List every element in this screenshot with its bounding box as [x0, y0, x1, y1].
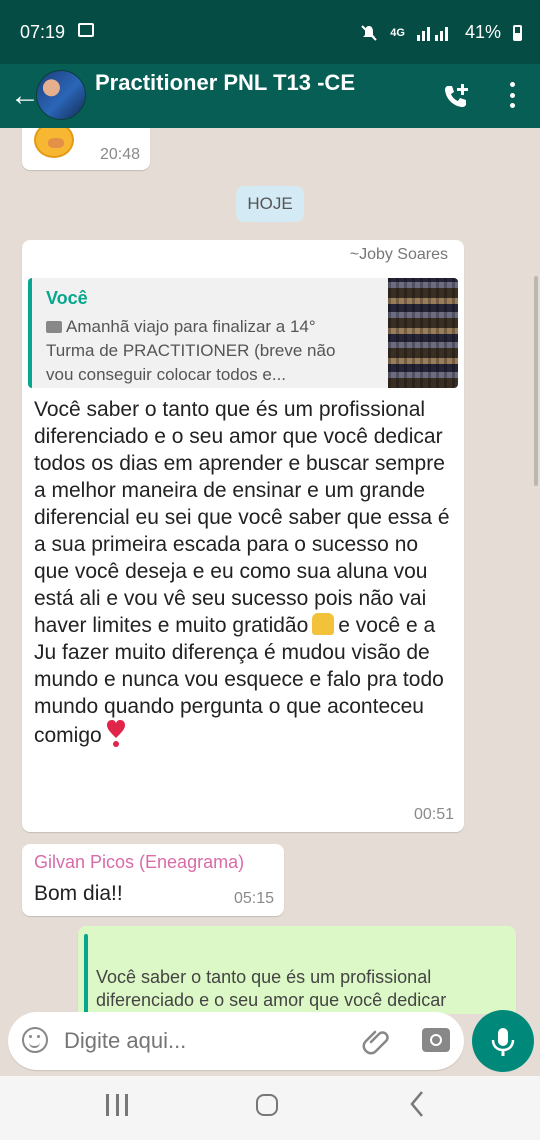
add-call-icon[interactable]: [442, 82, 470, 110]
chat-title[interactable]: Practitioner PNL T13 -CE: [95, 70, 355, 96]
outgoing-message-text: Você saber o tanto que és um profissiona…: [96, 967, 447, 1010]
message-time: 00:51: [413, 806, 454, 823]
status-time: 07:19: [20, 22, 66, 42]
message-input[interactable]: [64, 1028, 354, 1054]
attach-icon[interactable]: [362, 1026, 392, 1056]
date-separator: HOJE: [236, 186, 304, 222]
quoted-message[interactable]: Você Amanhã viajo para finalizar a 14° T…: [28, 278, 458, 388]
home-icon[interactable]: [256, 1094, 278, 1116]
quote-text-container: Amanhã viajo para finalizar a 14° Turma …: [46, 315, 366, 387]
battery-percent: 41%: [464, 22, 501, 42]
camera-small-icon: [46, 321, 62, 333]
message-text-part1: Você saber o tanto que és um profissiona…: [34, 398, 450, 637]
signal-icon: [416, 26, 448, 41]
sender-name: ~Joby Soares: [349, 246, 448, 263]
mic-button[interactable]: [472, 1010, 534, 1072]
status-right: 4G 41%: [360, 22, 522, 43]
chat-header: ← Practitioner PNL T13 -CE: [0, 64, 540, 128]
message-bubble-gilvan[interactable]: Gilvan Picos (Eneagrama) Bom dia!! 05:15: [22, 844, 284, 916]
quote-author: Você: [46, 288, 88, 308]
group-avatar[interactable]: [36, 70, 86, 120]
nav-back-icon[interactable]: [410, 1090, 424, 1118]
message-composer: [8, 1012, 464, 1070]
gallery-icon: [78, 23, 94, 37]
sender-name: Gilvan Picos (Eneagrama): [34, 852, 245, 872]
quote-bar: [84, 934, 88, 1014]
network-type: 4G: [390, 26, 405, 39]
message-bubble-joby[interactable]: ~Joby Soares Você Amanhã viajo para fina…: [22, 240, 464, 832]
face-hand-over-mouth-emoji: [34, 128, 74, 158]
scrollbar[interactable]: [534, 276, 538, 486]
message-text: Bom dia!!: [34, 882, 123, 905]
quote-text: Amanhã viajo para finalizar a 14° Turma …: [46, 317, 336, 384]
system-nav-bar: [0, 1076, 540, 1140]
message-time: 05:15: [233, 890, 274, 907]
previous-message-bubble[interactable]: 20:48: [22, 128, 150, 170]
message-time: 20:48: [99, 146, 140, 163]
folded-hands-emoji: [312, 613, 335, 635]
chat-area[interactable]: 20:48 HOJE ~Joby Soares Você Amanhã viaj…: [0, 128, 540, 1014]
status-bar: 07:19 4G 41%: [0, 0, 540, 64]
more-options-icon[interactable]: [508, 82, 516, 108]
mic-icon: [491, 1028, 515, 1056]
recent-apps-icon[interactable]: [106, 1094, 128, 1116]
heart-exclamation-emoji: [106, 720, 125, 747]
camera-icon[interactable]: [422, 1028, 450, 1052]
mute-icon: [361, 24, 377, 41]
battery-icon: [513, 24, 522, 41]
quote-thumbnail: [388, 278, 458, 388]
outgoing-message-bubble[interactable]: Você saber o tanto que és um profissiona…: [78, 926, 516, 1014]
emoji-icon[interactable]: [22, 1027, 48, 1053]
message-text: Você saber o tanto que és um profissiona…: [34, 396, 454, 749]
